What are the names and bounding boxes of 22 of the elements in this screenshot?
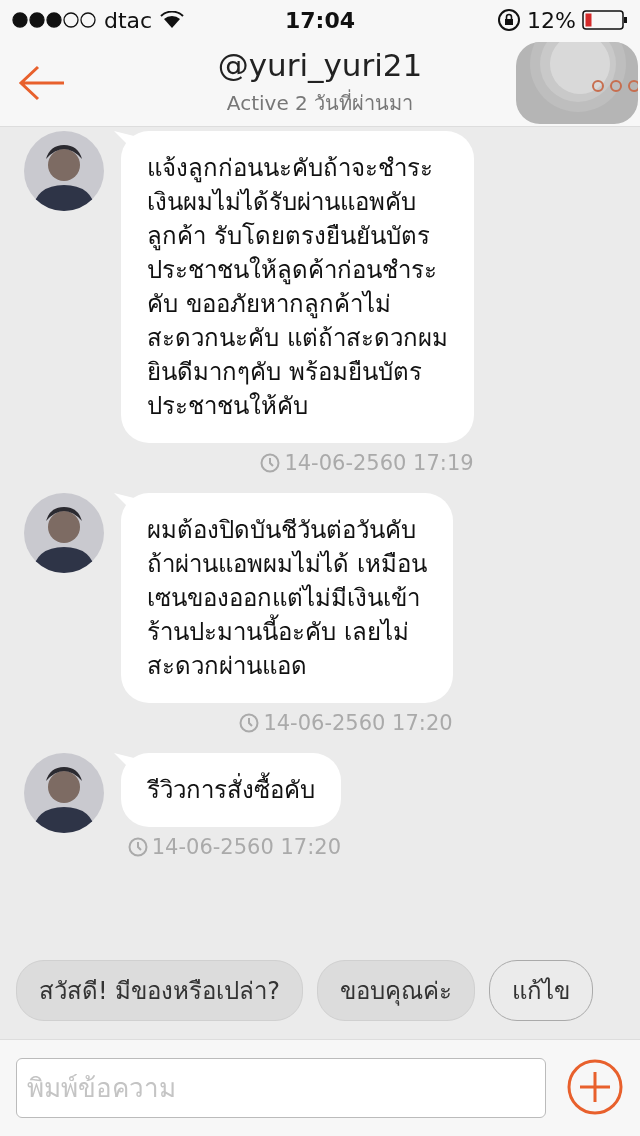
clock-icon — [260, 453, 281, 473]
quick-reply-chip[interactable]: ขอบคุณค่ะ — [317, 960, 475, 1021]
clock-time: 17:04 — [284, 7, 355, 33]
rotation-lock-icon — [497, 8, 522, 32]
message-time: 14-06-2560 17:20 — [263, 711, 453, 735]
quick-reply-chip[interactable]: สวัสดี! มีของหรือเปล่า? — [16, 960, 303, 1021]
signal-icon — [12, 12, 96, 28]
message-input[interactable]: พิมพ์ข้อความ — [16, 1058, 546, 1118]
message-bubble: แจ้งลูกก่อนนะคับถ้าจะชำระ เงินผมไม่ได้รับผ่านแอพคับ ลูกค้า รับโดยตรงยืนยันบัตร ประชาชนให้ลูดค้าก่อนชำระ คับ ขออภัยหากลูกค้าไม่ สะดวกนะคับ แต่ถ้าสะดวกผม ยินดีมากๆคับ พร้อมยืนบัตร ประชาชนให้คับ — [121, 131, 474, 443]
battery-percent: 12% — [527, 7, 576, 33]
clock-icon — [127, 837, 148, 857]
message-time: 14-06-2560 17:19 — [284, 451, 474, 475]
wifi-icon — [160, 11, 185, 29]
edit-button[interactable]: แก้ไข — [489, 960, 593, 1021]
message-bubble: ผมต้องปิดบันชีวันต่อวันคับ ถ้าผ่านแอพผมไม่ได้ เหมือน เซนของออกแต่ไม่มีเงินเข้า ร้านปะมานนี้อะคับ เลยไม่ สะดวกผ่านแอด — [121, 493, 453, 703]
clock-icon — [239, 713, 260, 733]
message-time: 14-06-2560 17:20 — [151, 835, 341, 859]
message-bubble: รีวิวการสั่งซื้อคับ — [121, 753, 341, 827]
chat-title: @yuri_yuri21 — [217, 47, 423, 83]
battery-icon — [582, 10, 628, 30]
carrier-name: dtac — [104, 7, 153, 33]
activity-status: Active 2 วันที่ผ่านมา — [226, 88, 414, 117]
